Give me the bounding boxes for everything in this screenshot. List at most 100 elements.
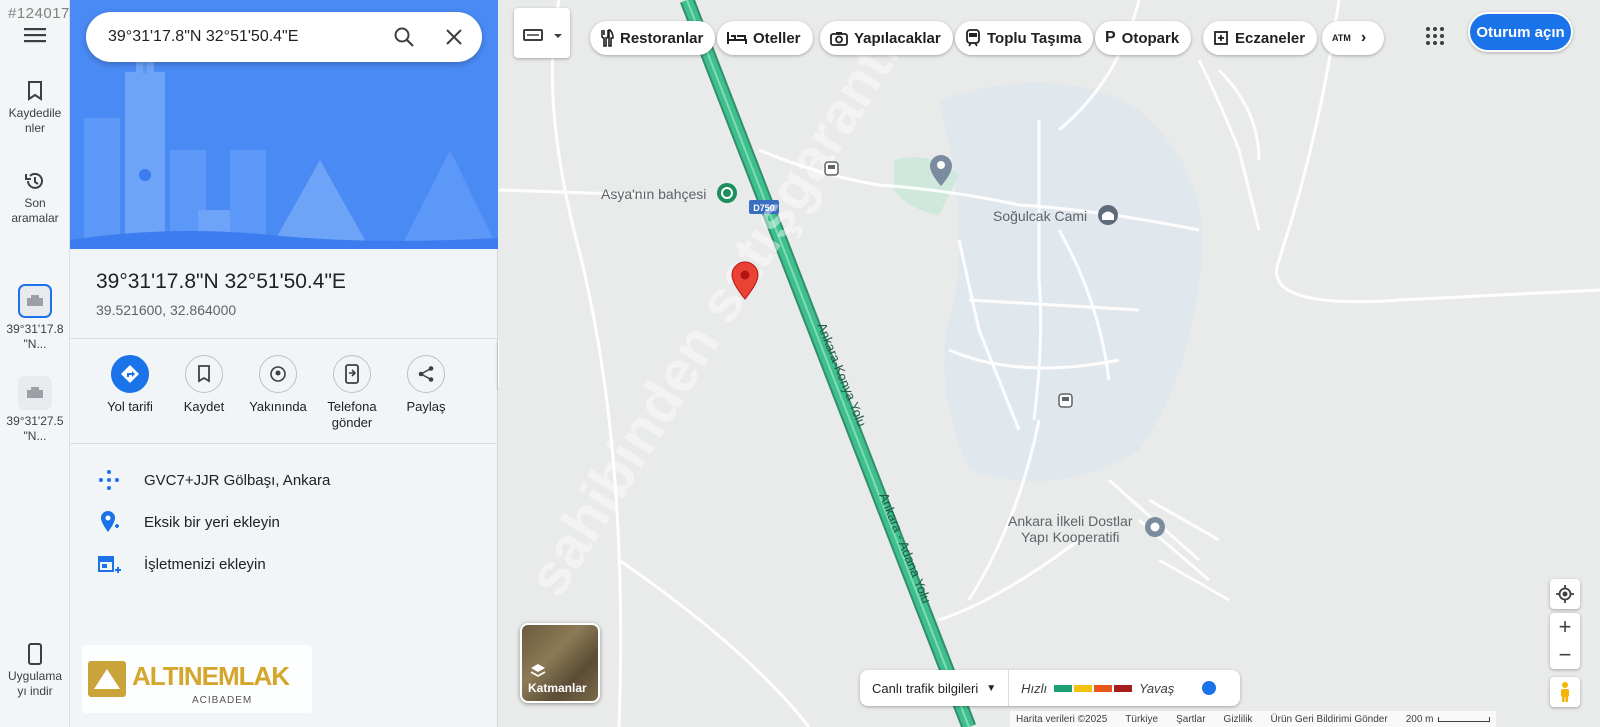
pegman-icon bbox=[1561, 682, 1569, 702]
divider bbox=[70, 338, 498, 339]
coop-label-line1: Ankara İlkeli Dostlar bbox=[1008, 513, 1133, 529]
send-to-phone-label: Telefona bbox=[327, 399, 377, 414]
send-to-phone-icon bbox=[345, 364, 359, 384]
parking-icon: P bbox=[1105, 29, 1116, 46]
traffic-bar-medium bbox=[1074, 684, 1093, 692]
divider bbox=[70, 443, 498, 444]
sign-in-button[interactable]: Oturum açın bbox=[1468, 12, 1573, 52]
recent-label-line2: aramalar bbox=[11, 211, 59, 225]
chip-atm[interactable]: ATM › bbox=[1322, 21, 1384, 55]
chip-parking-label: Otopark bbox=[1121, 29, 1180, 47]
zoom-out-button[interactable]: − bbox=[1559, 641, 1572, 669]
chip-things-to-do[interactable]: Yapılacaklar bbox=[820, 21, 953, 55]
traffic-speed-legend: Hızlı Yavaş bbox=[1009, 681, 1186, 696]
add-business-row[interactable]: İşletmenizi ekleyin bbox=[96, 550, 266, 578]
apps-grid-button[interactable] bbox=[1420, 21, 1450, 51]
nearby-button[interactable]: Yakınında bbox=[238, 355, 318, 415]
close-icon[interactable] bbox=[442, 25, 466, 49]
altinemlak-logo: ALTINEMLAK ACIBADEM bbox=[82, 645, 312, 713]
logo-branch-text: ACIBADEM bbox=[192, 695, 252, 706]
map-footer: Harita verileri ©2025 Türkiye Şartlar Gi… bbox=[1010, 711, 1496, 727]
chip-parking[interactable]: P Otopark bbox=[1095, 21, 1192, 55]
add-missing-place-row[interactable]: Eksik bir yeri ekleyin bbox=[96, 508, 280, 536]
chip-transit[interactable]: Toplu Taşıma bbox=[955, 21, 1094, 55]
layers-label: Katmanlar bbox=[528, 681, 587, 695]
traffic-bar-fast bbox=[1054, 684, 1073, 692]
zoom-in-button[interactable]: + bbox=[1559, 613, 1572, 641]
saved-label-line1: Kaydedile bbox=[8, 106, 62, 120]
saved-button[interactable]: Kaydedile nler bbox=[0, 80, 70, 136]
garden-label[interactable]: Asya'nın bahçesi bbox=[601, 186, 706, 202]
phone-icon bbox=[28, 643, 42, 665]
coop-label[interactable]: Ankara İlkeli Dostlar Yapı Kooperatifi bbox=[1008, 513, 1133, 545]
mosque-label[interactable]: Soğulcak Cami bbox=[993, 208, 1087, 224]
recent-thumbnail bbox=[18, 284, 52, 318]
hotel-icon bbox=[727, 32, 747, 44]
menu-button[interactable] bbox=[0, 26, 70, 48]
bookmark-icon bbox=[28, 81, 42, 101]
traffic-toggle-dot[interactable] bbox=[1202, 681, 1217, 695]
traffic-legend: Canlı trafik bilgileri ▼ Hızlı Yavaş bbox=[860, 670, 1240, 706]
map-canvas[interactable]: D750 Ankara-Konya Yolu Ankara - Adana Yo… bbox=[499, 0, 1600, 727]
traffic-select[interactable]: Canlı trafik bilgileri ▼ bbox=[860, 670, 1010, 706]
directions-button[interactable]: Yol tarifi bbox=[90, 355, 170, 415]
footer-privacy[interactable]: Gizlilik bbox=[1224, 714, 1253, 725]
recent-label-line1: Son bbox=[24, 196, 46, 210]
decimal-coordinates: 39.521600, 32.864000 bbox=[96, 302, 237, 318]
coop-label-line2: Yapı Kooperatifi bbox=[1020, 529, 1120, 545]
left-rail: #1240174920 Kaydedile nler Son aramalar … bbox=[0, 0, 105, 727]
logo-brand-text: ALTINEMLAK bbox=[132, 661, 290, 691]
chip-restaurants[interactable]: Restoranlar bbox=[590, 21, 716, 55]
send-to-phone-label-2: gönder bbox=[331, 415, 373, 430]
save-icon-wrap bbox=[185, 355, 223, 393]
mosque-poi-icon[interactable] bbox=[1098, 205, 1118, 225]
add-place-icon bbox=[101, 511, 119, 532]
my-location-button[interactable] bbox=[1550, 579, 1580, 609]
bus-stop-icon[interactable] bbox=[824, 161, 839, 176]
garden-poi-icon[interactable] bbox=[717, 183, 737, 203]
chip-pharmacies[interactable]: Eczaneler bbox=[1203, 21, 1318, 55]
zoom-controls: + − bbox=[1550, 613, 1580, 669]
scale-bar[interactable]: 200 m bbox=[1406, 714, 1490, 725]
coop-poi-icon[interactable] bbox=[1145, 517, 1165, 537]
bus-stop-icon[interactable] bbox=[1058, 393, 1073, 408]
chip-pharmacies-label: Eczaneler bbox=[1235, 29, 1306, 47]
recent-item[interactable]: 39°31'17.8 "N... bbox=[0, 284, 70, 352]
directions-icon bbox=[121, 365, 139, 383]
pegman-button[interactable] bbox=[1550, 677, 1580, 707]
traffic-slow-label: Yavaş bbox=[1139, 680, 1175, 696]
nearby-icon-wrap bbox=[259, 355, 297, 393]
footer-feedback[interactable]: Ürün Geri Bildirimi Gönder bbox=[1270, 714, 1387, 725]
directions-icon-wrap bbox=[111, 355, 149, 393]
footer-country[interactable]: Türkiye bbox=[1125, 714, 1158, 725]
add-business-icon bbox=[98, 556, 121, 573]
plus-code-icon bbox=[99, 470, 119, 490]
plus-code-row[interactable]: GVC7+JJR Gölbaşı, Ankara bbox=[96, 466, 330, 494]
add-missing-place-text: Eksik bir yeri ekleyin bbox=[144, 513, 280, 531]
get-app-button[interactable]: Uygulama yı indir bbox=[0, 643, 70, 699]
share-button[interactable]: Paylaş bbox=[386, 355, 466, 415]
recent-searches-button[interactable]: Son aramalar bbox=[0, 170, 70, 226]
search-icon[interactable] bbox=[392, 25, 416, 49]
share-label: Paylaş bbox=[406, 399, 446, 414]
layers-thumbnail-button[interactable]: Katmanlar bbox=[520, 623, 600, 703]
footer-terms[interactable]: Şartlar bbox=[1176, 714, 1205, 725]
recent-item[interactable]: 39°31'27.5 "N... bbox=[0, 376, 70, 444]
share-icon bbox=[418, 366, 434, 382]
recent-item-label-line1: 39°31'27.5 bbox=[6, 414, 64, 428]
search-input[interactable] bbox=[108, 25, 368, 49]
add-business-text: İşletmenizi ekleyin bbox=[144, 555, 266, 573]
recent-item-label-line2: "N... bbox=[23, 429, 47, 443]
send-to-phone-button[interactable]: Telefona gönder bbox=[312, 355, 392, 431]
chevron-right-icon[interactable]: › bbox=[1361, 29, 1366, 47]
layers-toggle-button[interactable] bbox=[514, 8, 570, 58]
map-thumbnail-icon bbox=[27, 295, 43, 306]
get-app-label-line2: yı indir bbox=[17, 684, 53, 698]
saved-label-line2: nler bbox=[24, 121, 45, 135]
send-to-phone-icon-wrap bbox=[333, 355, 371, 393]
save-button[interactable]: Kaydet bbox=[164, 355, 244, 415]
traffic-select-label: Canlı trafik bilgileri bbox=[872, 680, 979, 696]
chip-hotels[interactable]: Oteller bbox=[717, 21, 813, 55]
get-app-label-line1: Uygulama bbox=[7, 669, 63, 683]
restaurant-icon bbox=[601, 29, 614, 47]
